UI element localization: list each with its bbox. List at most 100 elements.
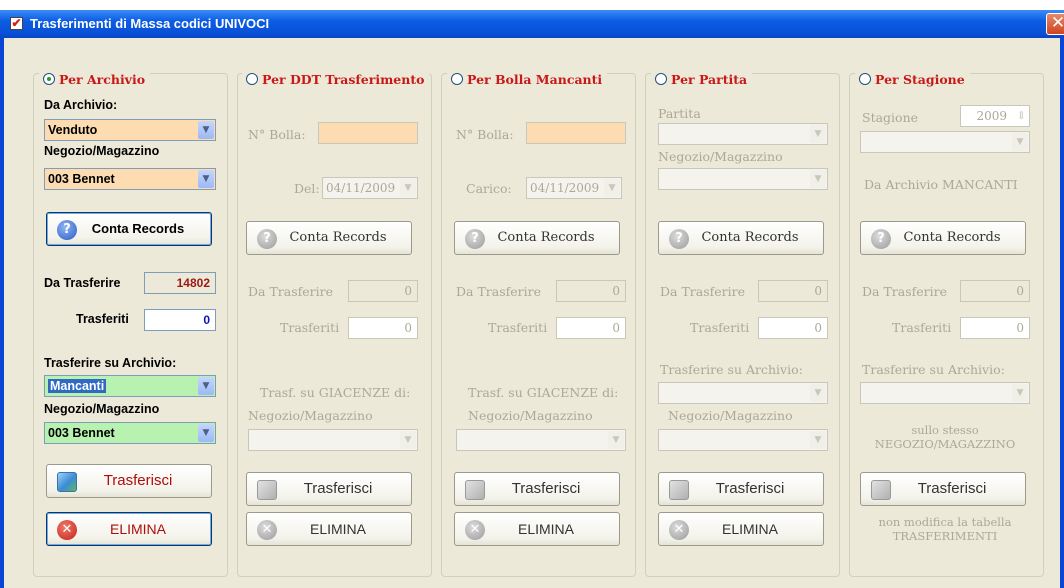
- da-archivio-mancanti-label: Da Archivio MANCANTI: [864, 177, 1018, 192]
- partita-select[interactable]: ▼: [658, 123, 828, 145]
- trasferisci-button[interactable]: Trasferisci: [46, 464, 212, 498]
- trasferire-su-select[interactable]: ▼: [860, 382, 1030, 404]
- da-archivio-label: Da Archivio:: [44, 98, 118, 112]
- chevron-down-icon[interactable]: ▼: [810, 170, 826, 188]
- question-icon: ?: [871, 229, 891, 249]
- giacenze-label: Trasf. su GIACENZE di:: [468, 385, 619, 400]
- trasferiti-value: 0: [144, 309, 216, 331]
- elimina-button[interactable]: ✕ ELIMINA: [246, 512, 412, 546]
- da-trasferire-value: 0: [556, 280, 626, 302]
- negozio2-select[interactable]: 003 Bennet ▼: [44, 422, 216, 444]
- trasferire-su-label: Trasferire su Archivio:: [862, 362, 1005, 377]
- conta-records-button[interactable]: ? Conta Records: [246, 221, 412, 255]
- chevron-down-icon[interactable]: ▼: [608, 431, 624, 449]
- trasferisci-button[interactable]: Trasferisci: [658, 472, 824, 506]
- radio-icon: [451, 73, 463, 85]
- chevron-down-icon[interactable]: ▼: [810, 431, 826, 449]
- trasferire-su-select[interactable]: Mancanti ▼: [44, 375, 216, 397]
- trasferire-su-select[interactable]: ▼: [658, 382, 828, 404]
- chevron-down-icon[interactable]: ▼: [198, 377, 214, 395]
- question-icon: ?: [669, 229, 689, 249]
- radio-per-bolla-mancanti[interactable]: Per Bolla Mancanti: [447, 70, 608, 90]
- bolla-input[interactable]: [318, 122, 418, 144]
- chevron-down-icon[interactable]: ▼: [198, 170, 214, 188]
- negozio-label: Negozio/Magazzino: [658, 149, 783, 164]
- cancel-icon: ✕: [57, 520, 77, 540]
- trasferiti-value: 0: [348, 317, 418, 339]
- negozio-select[interactable]: 003 Bennet ▼: [44, 168, 216, 190]
- conta-records-button[interactable]: ? Conta Records: [46, 212, 212, 246]
- carico-date-picker[interactable]: 04/11/2009 ▼: [526, 177, 622, 199]
- close-button[interactable]: ✕: [1046, 13, 1064, 35]
- radio-per-partita[interactable]: Per Partita: [651, 70, 753, 90]
- trasferisci-button[interactable]: Trasferisci: [860, 472, 1026, 506]
- trasferisci-button[interactable]: Trasferisci: [246, 472, 412, 506]
- da-archivio-select[interactable]: Venduto ▼: [44, 119, 216, 141]
- elimina-button[interactable]: ✕ ELIMINA: [658, 512, 824, 546]
- chevron-down-icon[interactable]: ▼: [810, 125, 826, 143]
- negozio-label: Negozio/Magazzino: [248, 408, 373, 423]
- chevron-down-icon[interactable]: ▼: [400, 179, 416, 197]
- transfer-icon: [669, 480, 689, 500]
- da-trasferire-value: 0: [960, 280, 1030, 302]
- negozio-select[interactable]: ▼: [456, 429, 626, 451]
- chevron-down-icon[interactable]: ▼: [810, 384, 826, 402]
- chevron-down-icon[interactable]: ▼: [198, 121, 214, 139]
- negozio-select[interactable]: ▼: [658, 168, 828, 190]
- bolla-label: N° Bolla:: [456, 127, 514, 142]
- giacenze-label: Trasf. su GIACENZE di:: [260, 385, 411, 400]
- da-trasferire-label: Da Trasferire: [660, 284, 745, 299]
- negozio2-select[interactable]: ▼: [658, 429, 828, 451]
- stesso-negozio-note: sullo stesso NEGOZIO/MAGAZZINO: [874, 423, 1016, 451]
- conta-records-button[interactable]: ? Conta Records: [658, 221, 824, 255]
- trasferire-su-label: Trasferire su Archivio:: [660, 362, 803, 377]
- question-icon: ?: [465, 229, 485, 249]
- da-trasferire-label: Da Trasferire: [44, 276, 121, 290]
- transfer-icon: [257, 480, 277, 500]
- cancel-icon: ✕: [465, 520, 485, 540]
- chevron-down-icon[interactable]: ▼: [198, 424, 214, 442]
- trasferisci-button[interactable]: Trasferisci: [454, 472, 620, 506]
- stagione-select[interactable]: ▼: [860, 131, 1030, 153]
- negozio-select[interactable]: ▼: [248, 429, 418, 451]
- radio-selected-icon: [43, 73, 55, 85]
- chevron-down-icon[interactable]: ▼: [1012, 133, 1028, 151]
- spinner-arrows-icon[interactable]: ⇕: [1017, 106, 1026, 126]
- radio-per-stagione[interactable]: Per Stagione: [855, 70, 970, 90]
- da-trasferire-label: Da Trasferire: [862, 284, 947, 299]
- tabella-note: non modifica la tabella TRASFERIMENTI: [878, 515, 1012, 543]
- chevron-down-icon[interactable]: ▼: [400, 431, 416, 449]
- trasferiti-label: Trasferiti: [76, 312, 129, 326]
- chevron-down-icon[interactable]: ▼: [604, 179, 620, 197]
- conta-records-button[interactable]: ? Conta Records: [454, 221, 620, 255]
- elimina-button[interactable]: ✕ ELIMINA: [454, 512, 620, 546]
- cancel-icon: ✕: [257, 520, 277, 540]
- cancel-icon: ✕: [669, 520, 689, 540]
- radio-per-archivio[interactable]: Per Archivio: [39, 70, 151, 90]
- partita-label: Partita: [658, 106, 701, 121]
- negozio2-label: Negozio/Magazzino: [668, 408, 793, 423]
- bolla-input[interactable]: [526, 122, 626, 144]
- window-title: Trasferimenti di Massa codici UNIVOCI: [30, 16, 270, 31]
- stagione-label: Stagione: [862, 110, 919, 125]
- del-date-picker[interactable]: 04/11/2009 ▼: [322, 177, 418, 199]
- transfer-icon: [871, 480, 891, 500]
- question-icon: ?: [57, 220, 77, 240]
- conta-records-button[interactable]: ? Conta Records: [860, 221, 1026, 255]
- transfer-icon: [465, 480, 485, 500]
- app-checkbox-icon: ✔: [10, 16, 23, 30]
- radio-icon: [246, 73, 258, 85]
- radio-icon: [859, 73, 871, 85]
- stagione-spinner[interactable]: 2009 ⇕: [960, 105, 1030, 127]
- elimina-button[interactable]: ✕ ELIMINA: [46, 512, 212, 546]
- radio-per-ddt[interactable]: Per DDT Trasferimento: [242, 70, 430, 90]
- radio-icon: [655, 73, 667, 85]
- negozio-label: Negozio/Magazzino: [468, 408, 593, 423]
- da-trasferire-value: 0: [348, 280, 418, 302]
- main-window: ✔ Trasferimenti di Massa codici UNIVOCI …: [0, 10, 1064, 588]
- chevron-down-icon[interactable]: ▼: [1012, 384, 1028, 402]
- da-trasferire-label: Da Trasferire: [248, 284, 333, 299]
- carico-label: Carico:: [466, 181, 512, 196]
- trasferire-su-label: Trasferire su Archivio:: [44, 356, 177, 370]
- negozio-label: Negozio/Magazzino: [44, 144, 160, 158]
